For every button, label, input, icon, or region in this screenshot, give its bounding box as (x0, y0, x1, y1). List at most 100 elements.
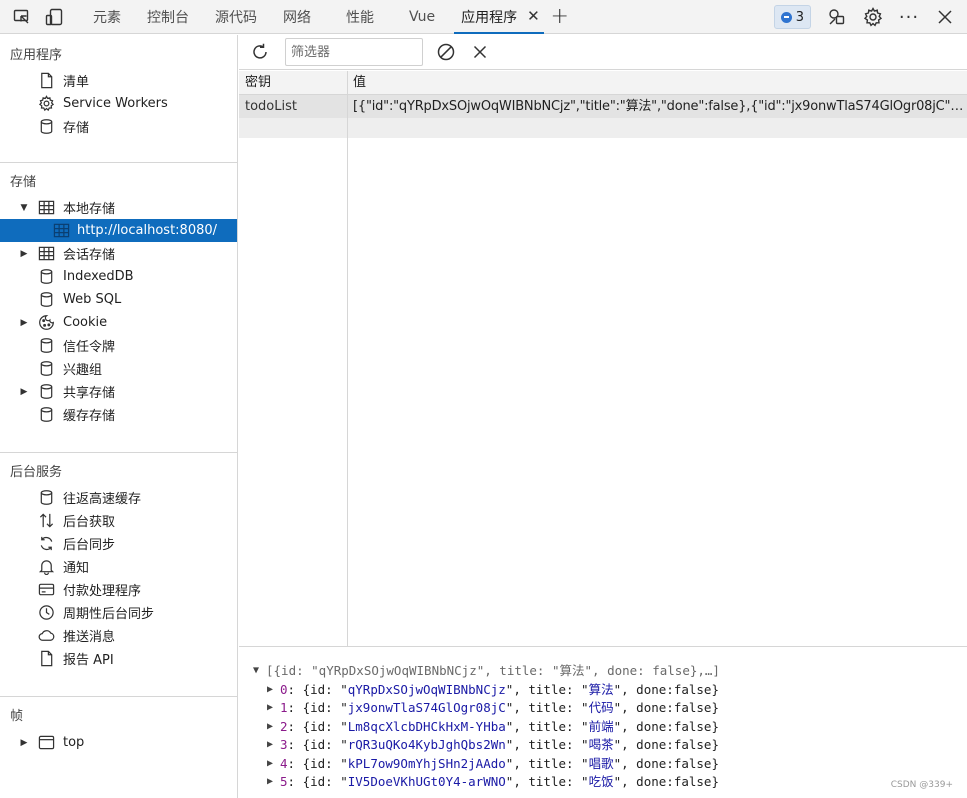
column-header-key[interactable]: 密钥 (239, 71, 347, 94)
collapsed-arrow-icon[interactable]: ▶ (19, 738, 29, 748)
row-value[interactable]: [{"id":"qYRpDxSOjwOqWIBNbNCjz","title":"… (347, 95, 967, 118)
preview-item-line[interactable]: ▶ 0: {id: " qYRpDxSOjwOqWIBNbNCjz ", title:… (239, 681, 967, 700)
preview-summary: [{id: "qYRpDxSOjwOqWIBNbNCjz", title: "算… (266, 663, 720, 678)
sidebar-item-notifications[interactable]: 通知 (0, 555, 237, 578)
tab-sources[interactable]: 源代码 (202, 0, 270, 34)
sidebar-item-interest-groups[interactable]: 兴趣组 (0, 357, 237, 380)
close-devtools-icon[interactable] (927, 0, 963, 34)
refresh-icon[interactable] (243, 35, 277, 69)
preview-punct: ", title: " (505, 718, 589, 734)
application-section: 应用程序 清单 Service Workers 存储 (0, 46, 237, 163)
sidebar-item-frame-top[interactable]: ▶ top (0, 731, 237, 754)
collapsed-arrow-icon[interactable]: ▶ (264, 773, 276, 792)
sidebar-item-service-workers[interactable]: Service Workers (0, 92, 237, 115)
sidebar-item-indexeddb[interactable]: IndexedDB (0, 265, 237, 288)
sidebar-item-label: 共享存储 (63, 386, 116, 401)
sidebar-item-push-messaging[interactable]: 推送消息 (0, 624, 237, 647)
collapsed-arrow-icon[interactable]: ▶ (264, 736, 276, 755)
preview-item-done: false (673, 737, 712, 752)
sidebar-item-local-storage[interactable]: ▼ 本地存储 (0, 196, 237, 219)
device-emulation-icon[interactable] (38, 0, 70, 34)
preview-item-done: false (673, 755, 712, 771)
sidebar-item-cookie[interactable]: ▶ Cookie (0, 311, 237, 334)
table-row[interactable]: todoList [{"id":"qYRpDxSOjwOqWIBNbNCjz",… (239, 95, 967, 118)
database-icon (37, 268, 55, 286)
preview-summary-line[interactable]: ▼ [{id: "qYRpDxSOjwOqWIBNbNCjz", title: … (239, 662, 967, 681)
tab-console[interactable]: 控制台 (134, 0, 202, 34)
sidebar-item-bfcache[interactable]: 往返高速缓存 (0, 486, 237, 509)
collapsed-arrow-icon[interactable]: ▶ (19, 387, 29, 397)
clear-all-icon[interactable] (429, 35, 463, 69)
sidebar-item-label: Service Workers (63, 96, 168, 111)
preview-item-index: 1 (280, 700, 288, 715)
preview-punct: } (711, 700, 719, 715)
collapsed-arrow-icon[interactable]: ▶ (264, 755, 276, 774)
sidebar-item-payment-handler[interactable]: 付款处理程序 (0, 578, 237, 601)
top-right-controls: 3 ··· (773, 0, 967, 34)
issues-badge[interactable]: 3 (773, 5, 811, 29)
settings-gear-icon[interactable] (855, 0, 891, 34)
storage-section: 存储 ▼ 本地存储 http://localhost:8080/ ▶ 会话存储 … (0, 173, 237, 453)
more-options-icon[interactable]: ··· (891, 0, 927, 34)
tab-strip: 元素 控制台 源代码 网络 性能 Vue 应用程序 ✕ + (80, 0, 574, 34)
sidebar-item-background-fetch[interactable]: 后台获取 (0, 509, 237, 532)
preview-punct: : {id: " (287, 755, 348, 771)
preview-item-id: kPL7ow9OmYhjSHn2jAAdo (347, 755, 506, 771)
preview-item-line[interactable]: ▶ 4: {id: " kPL7ow9OmYhjSHn2jAAdo ", title:… (239, 755, 967, 774)
add-tab-icon[interactable]: + (546, 0, 574, 34)
sidebar-item-label: 后台同步 (63, 538, 116, 553)
row-key[interactable]: todoList (239, 95, 347, 118)
preview-item-line[interactable]: ▶ 3: {id: " rQR3uQKo4KybJghQbs2Wn ", title:… (239, 736, 967, 755)
close-tab-icon[interactable]: ✕ (527, 9, 540, 24)
section-title-frames: 帧 (10, 709, 24, 724)
filter-input[interactable] (285, 38, 423, 66)
preview-item-done: false (673, 774, 712, 789)
sidebar-item-periodic-sync[interactable]: 周期性后台同步 (0, 601, 237, 624)
preview-item-index: 2 (280, 718, 288, 734)
expanded-arrow-icon[interactable]: ▼ (250, 662, 262, 681)
frames-section: 帧 ▶ top (0, 707, 237, 754)
expanded-arrow-icon[interactable]: ▼ (19, 203, 29, 213)
tab-network[interactable]: 网络 (270, 0, 324, 34)
database-icon (37, 118, 55, 136)
column-header-value[interactable]: 值 (347, 71, 967, 94)
tab-application[interactable]: 应用程序 ✕ (448, 0, 546, 34)
collapsed-arrow-icon[interactable]: ▶ (264, 681, 276, 700)
preview-punct: } (711, 718, 719, 734)
tab-elements[interactable]: 元素 (80, 0, 134, 34)
sidebar-item-reporting-api[interactable]: 报告 API (0, 647, 237, 670)
sidebar-item-websql[interactable]: Web SQL (0, 288, 237, 311)
collapsed-arrow-icon[interactable]: ▶ (19, 249, 29, 259)
tab-performance[interactable]: 性能 (324, 0, 396, 34)
sidebar-item-label: 报告 API (63, 653, 114, 668)
preview-item-line[interactable]: ▶ 2: {id: " Lm8qcXlcbDHCkHxM-YHba ", title:… (239, 718, 967, 737)
collapsed-arrow-icon[interactable]: ▶ (264, 718, 276, 737)
preview-punct: ", done: (613, 700, 674, 715)
preview-item-line[interactable]: ▶ 1: {id: " jx9onwTlaS74GlOgr08jC ", title:… (239, 699, 967, 718)
collapsed-arrow-icon[interactable]: ▶ (264, 699, 276, 718)
preview-item-id: qYRpDxSOjwOqWIBNbNCjz (347, 681, 506, 697)
sidebar-item-shared-storage[interactable]: ▶ 共享存储 (0, 380, 237, 403)
document-icon (37, 650, 55, 668)
column-divider[interactable] (347, 71, 348, 646)
sidebar-item-label: 会话存储 (63, 248, 116, 263)
sidebar-item-localhost-origin[interactable]: http://localhost:8080/ (0, 219, 237, 242)
sidebar-item-label: 推送消息 (63, 630, 116, 645)
preview-item-done: false (673, 681, 712, 697)
collapsed-arrow-icon[interactable]: ▶ (19, 318, 29, 328)
delete-selected-icon[interactable] (463, 35, 497, 69)
bell-icon (37, 558, 55, 576)
preview-item-title: 算法 (588, 681, 614, 697)
sidebar-item-session-storage[interactable]: ▶ 会话存储 (0, 242, 237, 265)
sidebar-item-cache-storage[interactable]: 缓存存储 (0, 403, 237, 426)
sidebar-item-background-sync[interactable]: 后台同步 (0, 532, 237, 555)
sidebar-item-manifest[interactable]: 清单 (0, 69, 237, 92)
tab-vue[interactable]: Vue (396, 0, 448, 34)
sidebar-item-storage-overview[interactable]: 存储 (0, 115, 237, 138)
table-grid-icon (37, 199, 55, 217)
database-icon (37, 360, 55, 378)
inspect-element-icon[interactable] (6, 0, 38, 34)
preview-item-line[interactable]: ▶ 5: {id: " IV5DoeVKhUGt0Y4-arWNO ", title:… (239, 773, 967, 792)
customize-icon[interactable] (819, 0, 855, 34)
sidebar-item-trust-tokens[interactable]: 信任令牌 (0, 334, 237, 357)
